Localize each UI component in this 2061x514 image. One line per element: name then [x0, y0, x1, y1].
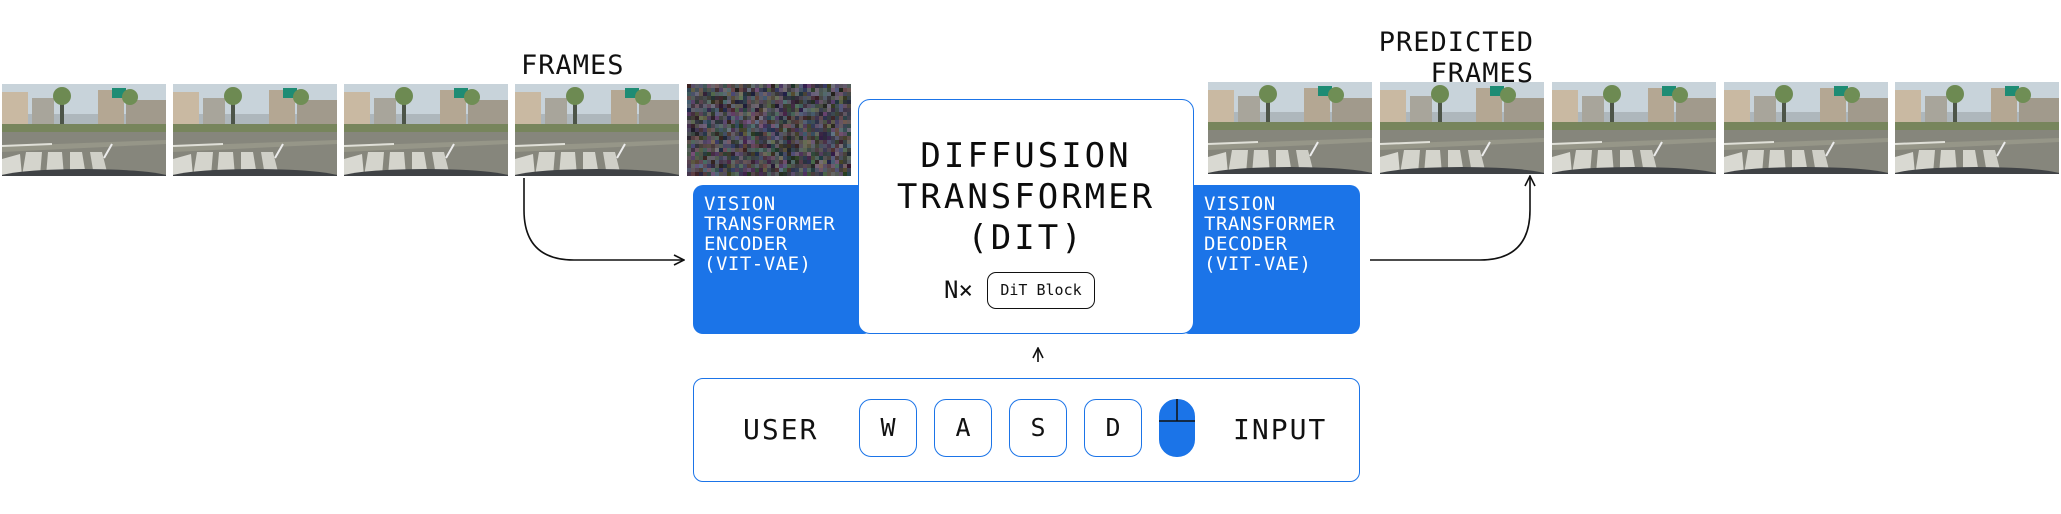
dit-box: DIFFUSION TRANSFORMER (DIT) N× DiT Block — [858, 99, 1194, 334]
frames-to-encoder-arrow — [523, 178, 684, 260]
predicted-label-line-1: PREDICTED — [1378, 27, 1534, 58]
predicted-frame-3 — [1552, 82, 1716, 174]
predicted-frame-4 — [1724, 82, 1888, 174]
input-frame-1 — [2, 84, 166, 176]
decoder-to-predicted-arrow — [1370, 176, 1530, 261]
predicted-frame-5 — [1895, 82, 2059, 174]
predicted-frame-1 — [1208, 82, 1372, 174]
frames-label: FRAMES — [521, 50, 625, 81]
input-label: INPUT — [1233, 413, 1328, 446]
dit-multiplier: N× — [944, 276, 973, 304]
input-frame-2 — [173, 84, 337, 176]
decoder-label: VISION TRANSFORMER DECODER (VIT-VAE) — [1204, 193, 1336, 275]
noise-frame — [687, 84, 851, 176]
user-label: USER — [743, 413, 819, 446]
predicted-label-line-2: FRAMES — [1430, 58, 1534, 89]
predicted-frame-2 — [1380, 82, 1544, 174]
dit-block: DiT Block — [987, 272, 1095, 309]
user-input-box: USER W A S D INPUT — [693, 378, 1360, 482]
key-w: W — [859, 399, 917, 457]
key-d: D — [1084, 399, 1142, 457]
dit-title: DIFFUSION TRANSFORMER (DIT) — [896, 136, 1156, 258]
key-s: S — [1009, 399, 1067, 457]
input-frame-4 — [515, 84, 679, 176]
input-frame-3 — [344, 84, 508, 176]
encoder-label: VISION TRANSFORMER ENCODER (VIT-VAE) — [704, 193, 836, 275]
predicted-frames-label: PREDICTED FRAMES — [1340, 27, 1534, 89]
mouse-icon — [1159, 399, 1195, 457]
key-a: A — [934, 399, 992, 457]
